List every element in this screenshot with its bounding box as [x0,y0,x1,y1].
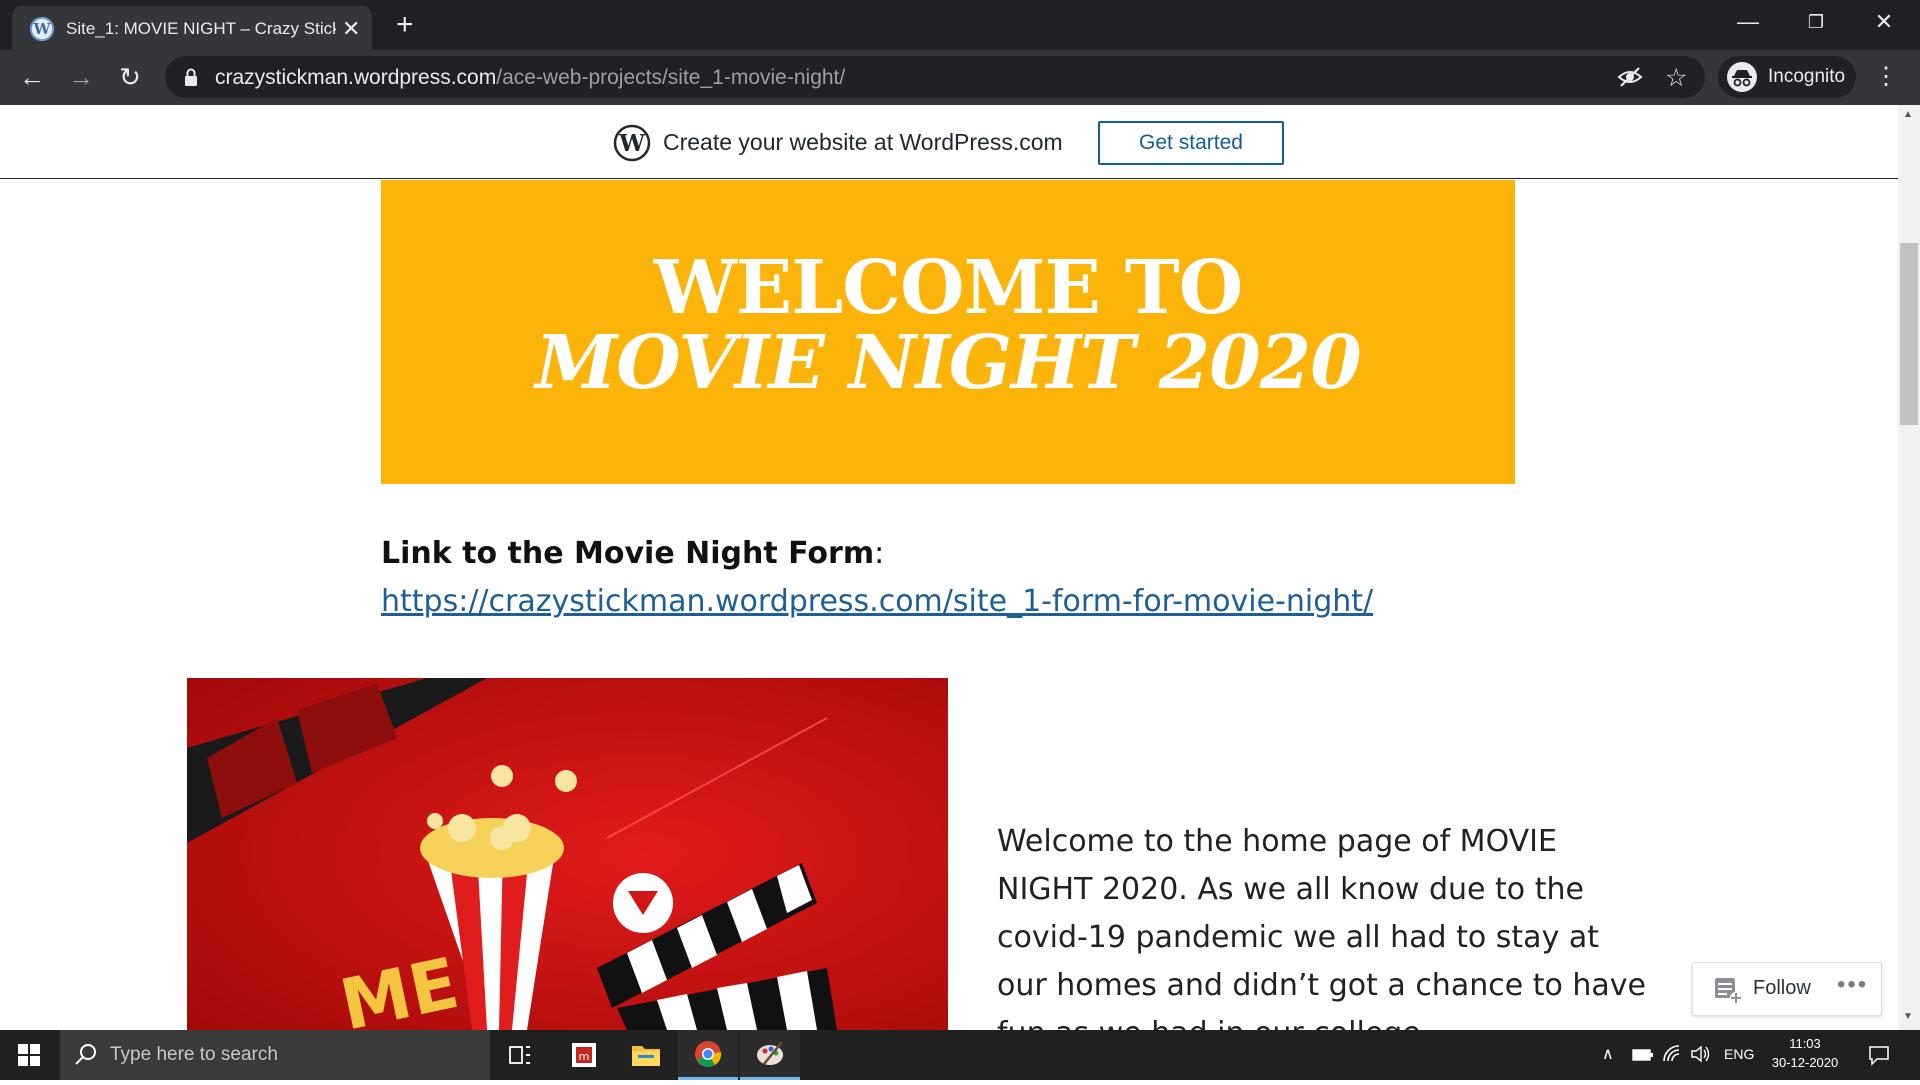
scrollbar-thumb[interactable] [1900,243,1918,425]
menu-icon[interactable]: ⋮ [1870,61,1902,93]
battery-icon[interactable] [1632,1046,1654,1069]
incognito-profile-button[interactable]: Incognito [1718,56,1856,98]
notifications-icon[interactable] [1868,1044,1890,1071]
more-options-icon[interactable]: ••• [1837,971,1868,999]
new-tab-button[interactable]: + [396,8,414,42]
lock-icon[interactable] [180,66,202,88]
profile-label: Incognito [1768,66,1846,87]
wordpress-logo-icon[interactable]: W [613,124,651,167]
banner-message[interactable]: Create your website at WordPress.com [663,129,1063,156]
windows-taskbar: Type here to search m ∧ ENG 11:03 30-12-… [0,1030,1920,1080]
svg-text:m: m [579,1050,590,1063]
get-started-button[interactable]: Get started [1098,121,1284,165]
browser-toolbar: ← → ↻ crazystickman.wordpress.com/ace-we… [0,50,1920,105]
svg-text:W: W [33,20,52,38]
wordpress-banner: W Create your website at WordPress.com G… [0,105,1900,179]
search-icon [74,1042,98,1071]
browser-title-bar: W Site_1: MOVIE NIGHT – Crazy Stickm ✕ +… [0,0,1920,50]
address-bar[interactable]: crazystickman.wordpress.com/ace-web-proj… [165,56,1705,98]
chrome-icon[interactable] [678,1030,738,1080]
app-store-icon[interactable]: m [554,1030,614,1080]
scroll-down-icon[interactable]: ▼ [1903,1011,1913,1022]
svg-text:W: W [618,130,646,157]
clock-date: 30-12-2020 [1771,1055,1839,1070]
hero-title-line1: WELCOME TO [653,245,1244,331]
reload-icon[interactable]: ↻ [114,61,146,93]
forward-icon[interactable]: → [65,61,97,93]
hero-title-line2: MOVIE NIGHT 2020 [535,320,1361,406]
volume-icon[interactable] [1690,1044,1712,1069]
tab-close-icon[interactable]: ✕ [342,16,360,42]
search-placeholder: Type here to search [110,1044,278,1065]
play-button-icon [613,873,673,933]
url-text[interactable]: crazystickman.wordpress.com/ace-web-proj… [215,66,845,90]
window-close-icon[interactable]: ✕ [1854,4,1914,40]
wifi-icon[interactable] [1662,1044,1684,1069]
back-icon[interactable]: ← [16,61,48,93]
windows-start-icon[interactable] [18,1044,40,1071]
clock[interactable]: 11:03 30-12-2020 [1770,1036,1840,1070]
movie-night-poster-image: ME [187,678,948,1030]
tab-title: Site_1: MOVIE NIGHT – Crazy Stickm [66,19,336,38]
star-icon[interactable]: ☆ [1665,63,1687,93]
eye-off-icon[interactable] [1617,65,1643,94]
browser-tab[interactable]: W Site_1: MOVIE NIGHT – Crazy Stickm ✕ [12,6,372,50]
url-host: crazystickman.wordpress.com [215,66,497,89]
form-link-paragraph: Link to the Movie Night Form: https://cr… [381,530,1501,626]
taskbar-search-box[interactable]: Type here to search [60,1030,490,1080]
link-separator: : [874,536,885,571]
task-view-icon[interactable] [490,1030,550,1080]
language-indicator[interactable]: ENG [1724,1046,1754,1062]
paint-icon[interactable] [740,1030,800,1080]
file-explorer-icon[interactable] [616,1030,676,1080]
restore-icon[interactable]: ❐ [1786,4,1846,40]
follow-widget[interactable]: Follow ••• [1692,962,1882,1016]
scroll-up-icon[interactable]: ▲ [1903,109,1913,120]
clock-time: 11:03 [1789,1036,1821,1051]
url-path: /ace-web-projects/site_1-movie-night/ [496,66,846,89]
form-link-label: Link to the Movie Night Form [381,536,875,571]
hero-banner: WELCOME TO MOVIE NIGHT 2020 [381,180,1515,484]
incognito-icon [1726,61,1758,98]
follow-reader-icon [1713,975,1743,1010]
form-link[interactable]: https://crazystickman.wordpress.com/site… [381,584,1373,619]
follow-button[interactable]: Follow [1753,977,1811,1000]
show-hidden-icons-icon[interactable]: ∧ [1602,1044,1614,1064]
minimize-icon[interactable]: — [1718,4,1778,40]
intro-paragraph: Welcome to the home page of MOVIE NIGHT … [997,824,1646,1051]
wordpress-favicon-icon: W [30,17,54,41]
